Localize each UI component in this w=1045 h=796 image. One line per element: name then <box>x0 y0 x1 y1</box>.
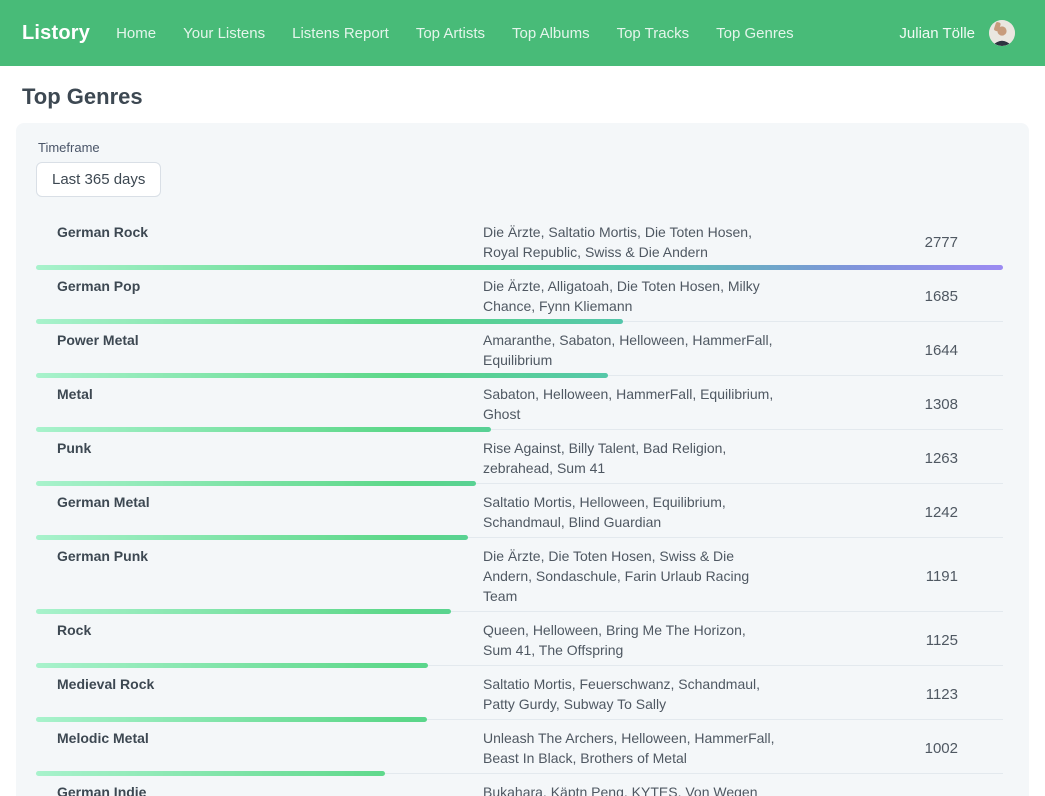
nav-link-top-artists[interactable]: Top Artists <box>416 25 485 42</box>
genre-artists: Queen, Helloween, Bring Me The Horizon, … <box>483 620 783 660</box>
genre-row: Melodic Metal Unleash The Archers, Hello… <box>36 728 1003 776</box>
genre-progress-bar <box>36 663 428 668</box>
genre-count: 2777 <box>783 234 1003 251</box>
genre-name: German Pop <box>36 276 483 296</box>
brand-logo[interactable]: Listory <box>22 22 90 45</box>
genre-progress-bar <box>36 535 468 540</box>
genre-progress-bar <box>36 771 385 776</box>
genre-progress-bar <box>36 373 608 378</box>
genre-artists: Unleash The Archers, Helloween, HammerFa… <box>483 728 783 768</box>
genre-count: 1002 <box>783 740 1003 757</box>
genre-row: German Pop Die Ärzte, Alligatoah, Die To… <box>36 276 1003 324</box>
genre-name: Power Metal <box>36 330 483 350</box>
genre-count: 1308 <box>783 396 1003 413</box>
genre-progress-track <box>36 265 1003 270</box>
genre-progress-bar <box>36 481 476 486</box>
genre-row: German Indie Bukahara, Käptn Peng, KYTES… <box>36 782 1003 796</box>
genre-progress-track <box>36 427 1003 432</box>
genre-row: Punk Rise Against, Billy Talent, Bad Rel… <box>36 438 1003 486</box>
genre-artists: Rise Against, Billy Talent, Bad Religion… <box>483 438 783 478</box>
genre-name: Melodic Metal <box>36 728 483 748</box>
avatar-image <box>989 20 1015 46</box>
genre-count: 1644 <box>783 342 1003 359</box>
nav-link-top-albums[interactable]: Top Albums <box>512 25 590 42</box>
genre-progress-track <box>36 717 1003 722</box>
timeframe-select[interactable]: Last 365 days <box>36 162 161 197</box>
genre-artists: Die Ärzte, Alligatoah, Die Toten Hosen, … <box>483 276 783 316</box>
user-name[interactable]: Julian Tölle <box>899 25 975 42</box>
genre-progress-bar <box>36 265 1003 270</box>
genre-artists: Saltatio Mortis, Feuerschwanz, Schandmau… <box>483 674 783 714</box>
navbar: Listory Home Your Listens Listens Report… <box>0 0 1045 66</box>
nav-link-top-tracks[interactable]: Top Tracks <box>617 25 690 42</box>
genre-artists: Saltatio Mortis, Helloween, Equilibrium,… <box>483 492 783 532</box>
genre-name: Medieval Rock <box>36 674 483 694</box>
genre-progress-track <box>36 481 1003 486</box>
genre-row: German Metal Saltatio Mortis, Helloween,… <box>36 492 1003 540</box>
genre-progress-bar <box>36 427 491 432</box>
genre-artists: Amaranthe, Sabaton, Helloween, HammerFal… <box>483 330 783 370</box>
genre-name: German Rock <box>36 222 483 242</box>
nav-link-listens-report[interactable]: Listens Report <box>292 25 389 42</box>
genre-progress-track <box>36 319 1003 324</box>
genre-name: Rock <box>36 620 483 640</box>
genre-name: German Punk <box>36 546 483 566</box>
genre-count: 1263 <box>783 450 1003 467</box>
genre-row: German Punk Die Ärzte, Die Toten Hosen, … <box>36 546 1003 614</box>
genre-artists: Die Ärzte, Saltatio Mortis, Die Toten Ho… <box>483 222 783 262</box>
genre-progress-bar <box>36 609 451 614</box>
genre-name: Metal <box>36 384 483 404</box>
genre-name: German Indie <box>36 782 483 796</box>
top-genres-card: Timeframe Last 365 days German Rock Die … <box>16 123 1029 796</box>
genre-count: 1242 <box>783 504 1003 521</box>
genre-count: 1685 <box>783 288 1003 305</box>
user-avatar[interactable] <box>989 20 1015 46</box>
genre-progress-track <box>36 663 1003 668</box>
genre-progress-bar <box>36 717 427 722</box>
genre-count: 1123 <box>783 686 1003 703</box>
page-title: Top Genres <box>22 84 1045 110</box>
genre-progress-track <box>36 771 1003 776</box>
genre-name: German Metal <box>36 492 483 512</box>
genre-progress-track <box>36 373 1003 378</box>
genre-count: 1191 <box>783 568 1003 585</box>
genre-table: German Rock Die Ärzte, Saltatio Mortis, … <box>36 222 1003 796</box>
genre-progress-bar <box>36 319 623 324</box>
genre-row: Medieval Rock Saltatio Mortis, Feuerschw… <box>36 674 1003 722</box>
genre-artists: Sabaton, Helloween, HammerFall, Equilibr… <box>483 384 783 424</box>
genre-count: 1125 <box>783 632 1003 649</box>
genre-artists: Bukahara, Käptn Peng, KYTES, Von Wegen L… <box>483 782 783 796</box>
genre-row: Power Metal Amaranthe, Sabaton, Hellowee… <box>36 330 1003 378</box>
genre-row: Rock Queen, Helloween, Bring Me The Hori… <box>36 620 1003 668</box>
genre-artists: Die Ärzte, Die Toten Hosen, Swiss & Die … <box>483 546 783 606</box>
genre-name: Punk <box>36 438 483 458</box>
genre-row: German Rock Die Ärzte, Saltatio Mortis, … <box>36 222 1003 270</box>
nav-link-home[interactable]: Home <box>116 25 156 42</box>
genre-row: Metal Sabaton, Helloween, HammerFall, Eq… <box>36 384 1003 432</box>
nav-links: Home Your Listens Listens Report Top Art… <box>116 25 794 42</box>
timeframe-label: Timeframe <box>38 140 1003 155</box>
genre-progress-track <box>36 609 1003 614</box>
genre-progress-track <box>36 535 1003 540</box>
nav-link-top-genres[interactable]: Top Genres <box>716 25 794 42</box>
nav-link-your-listens[interactable]: Your Listens <box>183 25 265 42</box>
